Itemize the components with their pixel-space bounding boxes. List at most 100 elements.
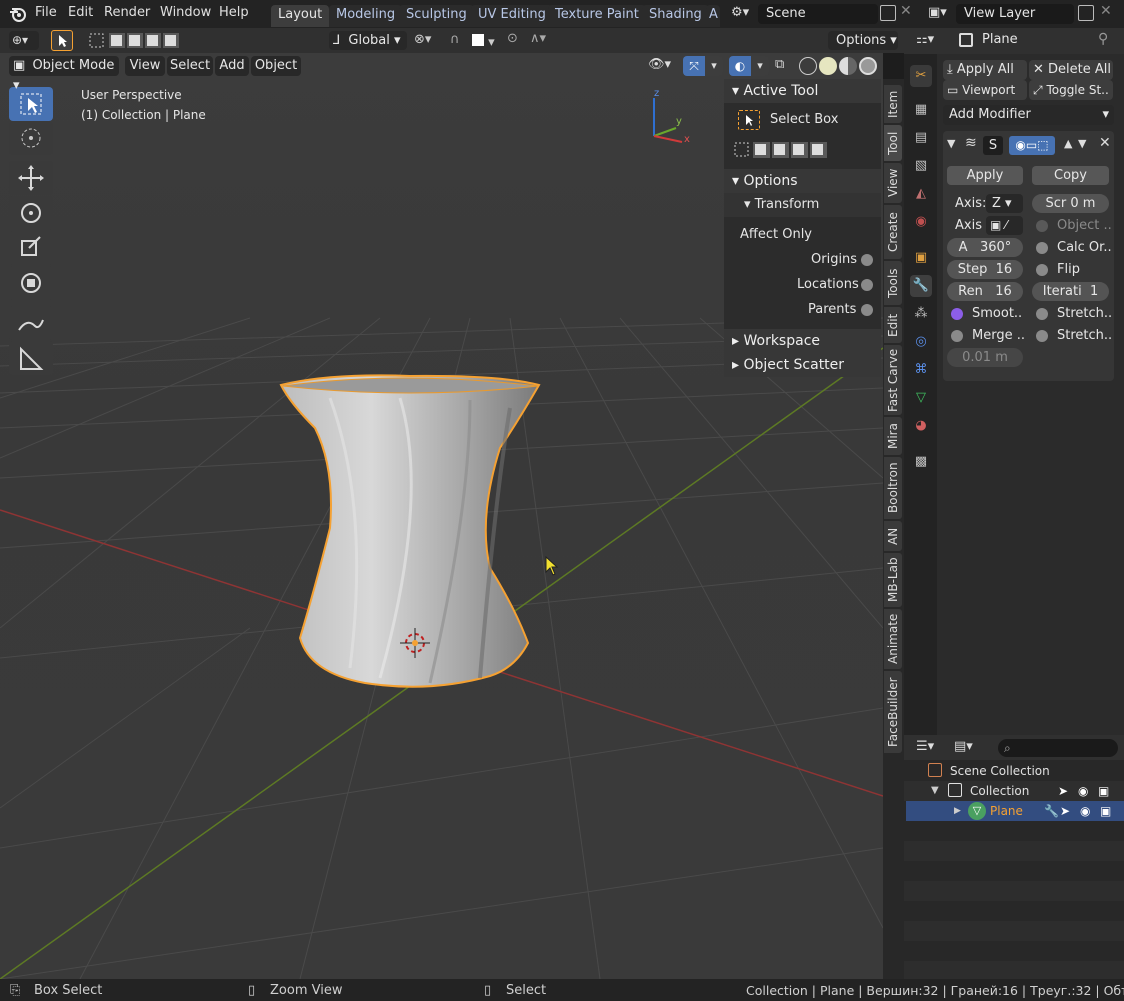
shading-material-icon[interactable] <box>839 57 857 75</box>
modifier-collapse-icon[interactable]: ▼ <box>947 137 955 150</box>
object-mode-dropdown[interactable]: ▣ Object Mode ▾ <box>9 56 119 93</box>
tool-measure[interactable] <box>9 341 53 375</box>
options-panel-header[interactable]: ▾ Options <box>724 169 881 193</box>
display-mode-icon[interactable]: ▤▾ <box>954 739 973 754</box>
shading-wireframe-icon[interactable] <box>799 57 817 75</box>
add-modifier-dropdown[interactable]: Add Modifier ▾ <box>943 105 1114 125</box>
scene-name-field[interactable]: Scene <box>758 4 878 24</box>
constraint-properties-icon[interactable]: ⌘ <box>910 359 932 381</box>
stretch-v-checkbox[interactable] <box>1036 330 1048 342</box>
transform-subpanel-header[interactable]: ▾ Transform <box>724 193 881 217</box>
proportional-edit-icon[interactable]: ⊙ <box>507 31 518 46</box>
menu-select[interactable]: Select <box>167 56 213 76</box>
outliner-row-plane[interactable]: ▶ ▽ Plane 🔧 ➤ ◉ ▣ <box>906 801 1124 821</box>
outliner-search-input[interactable]: ⌕ <box>998 739 1118 757</box>
gizmo-dropdown-icon[interactable]: ▾ <box>705 56 723 76</box>
object-properties-icon[interactable]: ▣ <box>910 247 932 269</box>
pin-icon[interactable]: ⚲ <box>1098 31 1108 47</box>
navigation-gizmo[interactable]: z y x <box>640 88 700 150</box>
plane-select-icon[interactable]: ➤ <box>1060 801 1070 821</box>
tab-texture-paint[interactable]: Texture Paint <box>548 5 646 27</box>
modifier-visibility-toggles[interactable]: ◉▭⬚ <box>1009 136 1055 155</box>
menu-object[interactable]: Object <box>251 56 301 76</box>
new-scene-icon[interactable] <box>880 5 896 21</box>
npanel-tab-an[interactable]: AN <box>884 521 902 551</box>
tool-properties-icon[interactable]: ✂ <box>910 65 932 87</box>
move-down-icon[interactable]: ▼ <box>1078 137 1086 150</box>
tab-animation[interactable]: A <box>706 5 720 27</box>
properties-editor-type-icon[interactable]: ⚏▾ <box>916 32 934 47</box>
gizmo-toggle-icon[interactable]: ⤧ <box>683 56 705 76</box>
render-properties-icon[interactable]: ▦ <box>910 99 932 121</box>
calc-order-checkbox[interactable] <box>1036 242 1048 254</box>
screw-offset-field[interactable]: Scr 0 m <box>1032 194 1109 213</box>
smooth-shading-checkbox[interactable] <box>951 308 963 320</box>
proportional-falloff-icon[interactable]: ∧▾ <box>530 31 546 46</box>
data-properties-icon[interactable]: ▽ <box>910 387 932 409</box>
texture-properties-icon[interactable]: ▩ <box>910 451 932 473</box>
parents-checkbox[interactable] <box>861 304 873 316</box>
tool-annotate[interactable] <box>9 306 53 340</box>
tab-modeling[interactable]: Modeling <box>329 5 403 27</box>
outliner-editor-type-icon[interactable]: ☰▾ <box>916 739 934 754</box>
modifier-name-field[interactable]: S <box>983 136 1003 155</box>
menu-add[interactable]: Add <box>215 56 249 76</box>
tab-shading[interactable]: Shading <box>642 5 709 27</box>
output-properties-icon[interactable]: ▤ <box>910 127 932 149</box>
delete-view-layer-icon[interactable]: ✕ <box>1100 3 1112 19</box>
npanel-tab-animate[interactable]: Animate <box>884 609 902 669</box>
npanel-tab-fast-carve[interactable]: Fast Carve <box>884 345 902 415</box>
move-up-icon[interactable]: ▲ <box>1064 137 1072 150</box>
object-scatter-panel-header[interactable]: ▸ Object Scatter <box>724 353 881 377</box>
scene-properties-icon[interactable]: ◭ <box>910 183 932 205</box>
collection-camera-icon[interactable]: ▣ <box>1098 781 1109 801</box>
menu-render[interactable]: Render <box>104 5 150 20</box>
plane-modifier-icon[interactable]: 🔧 <box>1044 801 1059 821</box>
transform-orientation-dropdown[interactable]: ⅃ Global ▾ <box>329 31 407 50</box>
plane-camera-icon[interactable]: ▣ <box>1100 801 1111 821</box>
npanel-tab-item[interactable]: Item <box>884 85 902 123</box>
collection-eye-icon[interactable]: ◉ <box>1078 781 1088 801</box>
flip-checkbox[interactable] <box>1036 264 1048 276</box>
expand-plane-icon[interactable]: ▶ <box>954 801 961 821</box>
view-layer-properties-icon[interactable]: ▧ <box>910 155 932 177</box>
workspace-panel-header[interactable]: ▸ Workspace <box>724 329 881 353</box>
select-box-tool[interactable]: Select Box <box>738 109 868 131</box>
blender-logo-icon[interactable] <box>9 6 27 22</box>
particle-properties-icon[interactable]: ⁂ <box>910 303 932 325</box>
npanel-tab-mira[interactable]: Mira <box>884 417 902 455</box>
shading-solid-icon[interactable] <box>819 57 837 75</box>
tool-transform[interactable] <box>9 266 53 300</box>
npanel-tab-view[interactable]: View <box>884 163 902 203</box>
origins-checkbox[interactable] <box>861 254 873 266</box>
world-properties-icon[interactable]: ◉ <box>910 211 932 233</box>
active-tool-icon[interactable] <box>51 30 73 51</box>
physics-properties-icon[interactable]: ◎ <box>910 331 932 353</box>
3d-cursor-icon[interactable] <box>400 628 430 658</box>
pivot-point-icon[interactable]: ⊗▾ <box>414 32 431 47</box>
tool-move[interactable] <box>9 161 53 195</box>
npanel-tab-tool[interactable]: Tool <box>884 125 902 161</box>
view-layer-icon[interactable]: ▣▾ <box>928 5 952 23</box>
modifier-apply-button[interactable]: Apply <box>947 166 1023 185</box>
object-checkbox[interactable] <box>1036 220 1048 232</box>
steps-field[interactable]: Step 16 <box>947 260 1023 279</box>
npanel-tab-booltron[interactable]: Booltron <box>884 457 902 519</box>
iterations-field[interactable]: Iterati 1 <box>1032 282 1109 301</box>
snap-element-icon[interactable]: ▾ <box>472 32 500 50</box>
expand-collection-icon[interactable]: ▼ <box>931 781 939 801</box>
axis-object-field[interactable]: ▣ ⁄ <box>986 216 1023 235</box>
new-view-layer-icon[interactable] <box>1078 5 1094 21</box>
npanel-tab-mb-lab[interactable]: MB-Lab <box>884 553 902 607</box>
overlay-dropdown-icon[interactable]: ▾ <box>751 56 769 76</box>
scene-icon[interactable]: ⚙▾ <box>731 5 753 23</box>
delete-scene-icon[interactable]: ✕ <box>900 3 912 19</box>
delete-all-button[interactable]: ✕ Delete All <box>1029 60 1113 80</box>
outliner-row-scene-collection[interactable]: Scene Collection <box>904 761 1124 781</box>
tab-uv-editing[interactable]: UV Editing <box>471 5 553 27</box>
tool-rotate[interactable] <box>9 196 53 230</box>
locations-checkbox[interactable] <box>861 279 873 291</box>
render-steps-field[interactable]: Ren 16 <box>947 282 1023 301</box>
overlay-toggle-icon[interactable]: ◐ <box>729 56 751 76</box>
npanel-tab-tools[interactable]: Tools <box>884 261 902 305</box>
